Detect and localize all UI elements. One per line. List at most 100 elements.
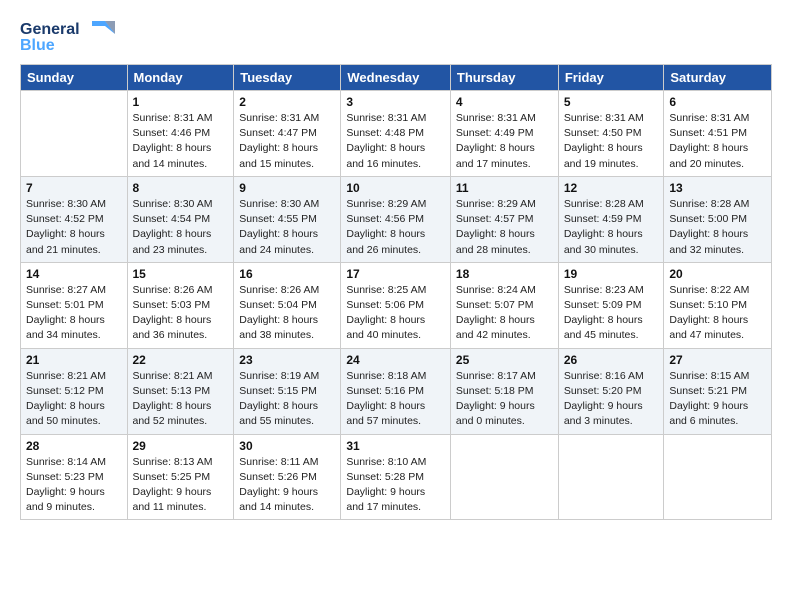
day-info: Sunrise: 8:28 AMSunset: 5:00 PMDaylight:… <box>669 197 766 258</box>
day-number: 22 <box>133 353 229 367</box>
day-info: Sunrise: 8:31 AMSunset: 4:47 PMDaylight:… <box>239 111 335 172</box>
day-info: Sunrise: 8:14 AMSunset: 5:23 PMDaylight:… <box>26 455 122 516</box>
day-cell: 30 Sunrise: 8:11 AMSunset: 5:26 PMDayligh… <box>234 434 341 520</box>
day-info: Sunrise: 8:18 AMSunset: 5:16 PMDaylight:… <box>346 369 445 430</box>
day-info: Sunrise: 8:30 AMSunset: 4:52 PMDaylight:… <box>26 197 122 258</box>
day-cell: 5 Sunrise: 8:31 AMSunset: 4:50 PMDaylight… <box>558 91 664 177</box>
day-cell: 1Sunrise: 8:31 AMSunset: 4:46 PMDaylight… <box>127 91 234 177</box>
day-cell <box>558 434 664 520</box>
day-info: Sunrise: 8:28 AMSunset: 4:59 PMDaylight:… <box>564 197 659 258</box>
day-info: Sunrise: 8:11 AMSunset: 5:26 PMDaylight:… <box>239 455 335 516</box>
header: General Blue <box>20 16 772 54</box>
day-number: 13 <box>669 181 766 195</box>
week-row-4: 21 Sunrise: 8:21 AMSunset: 5:12 PMDayligh… <box>21 348 772 434</box>
day-cell: 26 Sunrise: 8:16 AMSunset: 5:20 PMDayligh… <box>558 348 664 434</box>
day-info: Sunrise: 8:31 AMSunset: 4:46 PMDaylight:… <box>133 111 229 172</box>
logo: General Blue <box>20 16 120 54</box>
day-cell: 13 Sunrise: 8:28 AMSunset: 5:00 PMDayligh… <box>664 176 772 262</box>
week-row-3: 14Sunrise: 8:27 AMSunset: 5:01 PMDayligh… <box>21 262 772 348</box>
day-number: 10 <box>346 181 445 195</box>
day-number: 6 <box>669 95 766 109</box>
day-info: Sunrise: 8:27 AMSunset: 5:01 PMDaylight:… <box>26 283 122 344</box>
day-info: Sunrise: 8:22 AMSunset: 5:10 PMDaylight:… <box>669 283 766 344</box>
day-cell: 27 Sunrise: 8:15 AMSunset: 5:21 PMDayligh… <box>664 348 772 434</box>
day-cell <box>450 434 558 520</box>
day-number: 11 <box>456 181 553 195</box>
day-cell: 21 Sunrise: 8:21 AMSunset: 5:12 PMDayligh… <box>21 348 128 434</box>
day-cell: 22 Sunrise: 8:21 AMSunset: 5:13 PMDayligh… <box>127 348 234 434</box>
day-number: 20 <box>669 267 766 281</box>
day-info: Sunrise: 8:13 AMSunset: 5:25 PMDaylight:… <box>133 455 229 516</box>
day-number: 8 <box>133 181 229 195</box>
weekday-header-thursday: Thursday <box>450 65 558 91</box>
day-number: 29 <box>133 439 229 453</box>
day-cell: 10 Sunrise: 8:29 AMSunset: 4:56 PMDayligh… <box>341 176 451 262</box>
day-info: Sunrise: 8:26 AMSunset: 5:04 PMDaylight:… <box>239 283 335 344</box>
day-info: Sunrise: 8:31 AMSunset: 4:51 PMDaylight:… <box>669 111 766 172</box>
day-cell: 19Sunrise: 8:23 AMSunset: 5:09 PMDayligh… <box>558 262 664 348</box>
day-cell: 28 Sunrise: 8:14 AMSunset: 5:23 PMDayligh… <box>21 434 128 520</box>
day-cell: 18 Sunrise: 8:24 AMSunset: 5:07 PMDayligh… <box>450 262 558 348</box>
day-number: 18 <box>456 267 553 281</box>
day-number: 24 <box>346 353 445 367</box>
day-cell: 16Sunrise: 8:26 AMSunset: 5:04 PMDayligh… <box>234 262 341 348</box>
page: General Blue SundayMondayTuesdayWednesda… <box>0 0 792 530</box>
day-info: Sunrise: 8:10 AMSunset: 5:28 PMDaylight:… <box>346 455 445 516</box>
day-number: 17 <box>346 267 445 281</box>
logo-svg: General Blue <box>20 16 120 54</box>
weekday-header-saturday: Saturday <box>664 65 772 91</box>
day-number: 2 <box>239 95 335 109</box>
day-number: 26 <box>564 353 659 367</box>
day-number: 28 <box>26 439 122 453</box>
day-info: Sunrise: 8:31 AMSunset: 4:49 PMDaylight:… <box>456 111 553 172</box>
day-cell: 25Sunrise: 8:17 AMSunset: 5:18 PMDayligh… <box>450 348 558 434</box>
day-number: 21 <box>26 353 122 367</box>
day-number: 5 <box>564 95 659 109</box>
weekday-header-sunday: Sunday <box>21 65 128 91</box>
day-info: Sunrise: 8:25 AMSunset: 5:06 PMDaylight:… <box>346 283 445 344</box>
day-info: Sunrise: 8:31 AMSunset: 4:48 PMDaylight:… <box>346 111 445 172</box>
day-cell: 23 Sunrise: 8:19 AMSunset: 5:15 PMDayligh… <box>234 348 341 434</box>
day-number: 27 <box>669 353 766 367</box>
day-info: Sunrise: 8:30 AMSunset: 4:54 PMDaylight:… <box>133 197 229 258</box>
day-cell: 9Sunrise: 8:30 AMSunset: 4:55 PMDaylight… <box>234 176 341 262</box>
day-info: Sunrise: 8:15 AMSunset: 5:21 PMDaylight:… <box>669 369 766 430</box>
day-number: 3 <box>346 95 445 109</box>
day-cell: 2 Sunrise: 8:31 AMSunset: 4:47 PMDaylight… <box>234 91 341 177</box>
day-cell: 11Sunrise: 8:29 AMSunset: 4:57 PMDayligh… <box>450 176 558 262</box>
weekday-header-tuesday: Tuesday <box>234 65 341 91</box>
day-info: Sunrise: 8:31 AMSunset: 4:50 PMDaylight:… <box>564 111 659 172</box>
week-row-1: 1Sunrise: 8:31 AMSunset: 4:46 PMDaylight… <box>21 91 772 177</box>
day-cell: 31Sunrise: 8:10 AMSunset: 5:28 PMDayligh… <box>341 434 451 520</box>
day-number: 30 <box>239 439 335 453</box>
day-cell: 29 Sunrise: 8:13 AMSunset: 5:25 PMDayligh… <box>127 434 234 520</box>
weekday-header-wednesday: Wednesday <box>341 65 451 91</box>
day-cell: 20 Sunrise: 8:22 AMSunset: 5:10 PMDayligh… <box>664 262 772 348</box>
day-info: Sunrise: 8:21 AMSunset: 5:12 PMDaylight:… <box>26 369 122 430</box>
day-info: Sunrise: 8:24 AMSunset: 5:07 PMDaylight:… <box>456 283 553 344</box>
day-info: Sunrise: 8:19 AMSunset: 5:15 PMDaylight:… <box>239 369 335 430</box>
day-info: Sunrise: 8:21 AMSunset: 5:13 PMDaylight:… <box>133 369 229 430</box>
calendar-table: SundayMondayTuesdayWednesdayThursdayFrid… <box>20 64 772 520</box>
day-info: Sunrise: 8:16 AMSunset: 5:20 PMDaylight:… <box>564 369 659 430</box>
day-number: 4 <box>456 95 553 109</box>
svg-text:Blue: Blue <box>20 37 55 54</box>
day-number: 23 <box>239 353 335 367</box>
day-info: Sunrise: 8:29 AMSunset: 4:56 PMDaylight:… <box>346 197 445 258</box>
day-info: Sunrise: 8:26 AMSunset: 5:03 PMDaylight:… <box>133 283 229 344</box>
day-cell: 15Sunrise: 8:26 AMSunset: 5:03 PMDayligh… <box>127 262 234 348</box>
day-cell: 7Sunrise: 8:30 AMSunset: 4:52 PMDaylight… <box>21 176 128 262</box>
day-info: Sunrise: 8:17 AMSunset: 5:18 PMDaylight:… <box>456 369 553 430</box>
day-number: 19 <box>564 267 659 281</box>
day-cell: 4 Sunrise: 8:31 AMSunset: 4:49 PMDaylight… <box>450 91 558 177</box>
day-cell: 14Sunrise: 8:27 AMSunset: 5:01 PMDayligh… <box>21 262 128 348</box>
weekday-header-monday: Monday <box>127 65 234 91</box>
day-cell <box>664 434 772 520</box>
week-row-5: 28 Sunrise: 8:14 AMSunset: 5:23 PMDayligh… <box>21 434 772 520</box>
svg-text:General: General <box>20 21 80 38</box>
day-info: Sunrise: 8:30 AMSunset: 4:55 PMDaylight:… <box>239 197 335 258</box>
day-cell <box>21 91 128 177</box>
week-row-2: 7Sunrise: 8:30 AMSunset: 4:52 PMDaylight… <box>21 176 772 262</box>
day-number: 12 <box>564 181 659 195</box>
weekday-header-friday: Friday <box>558 65 664 91</box>
